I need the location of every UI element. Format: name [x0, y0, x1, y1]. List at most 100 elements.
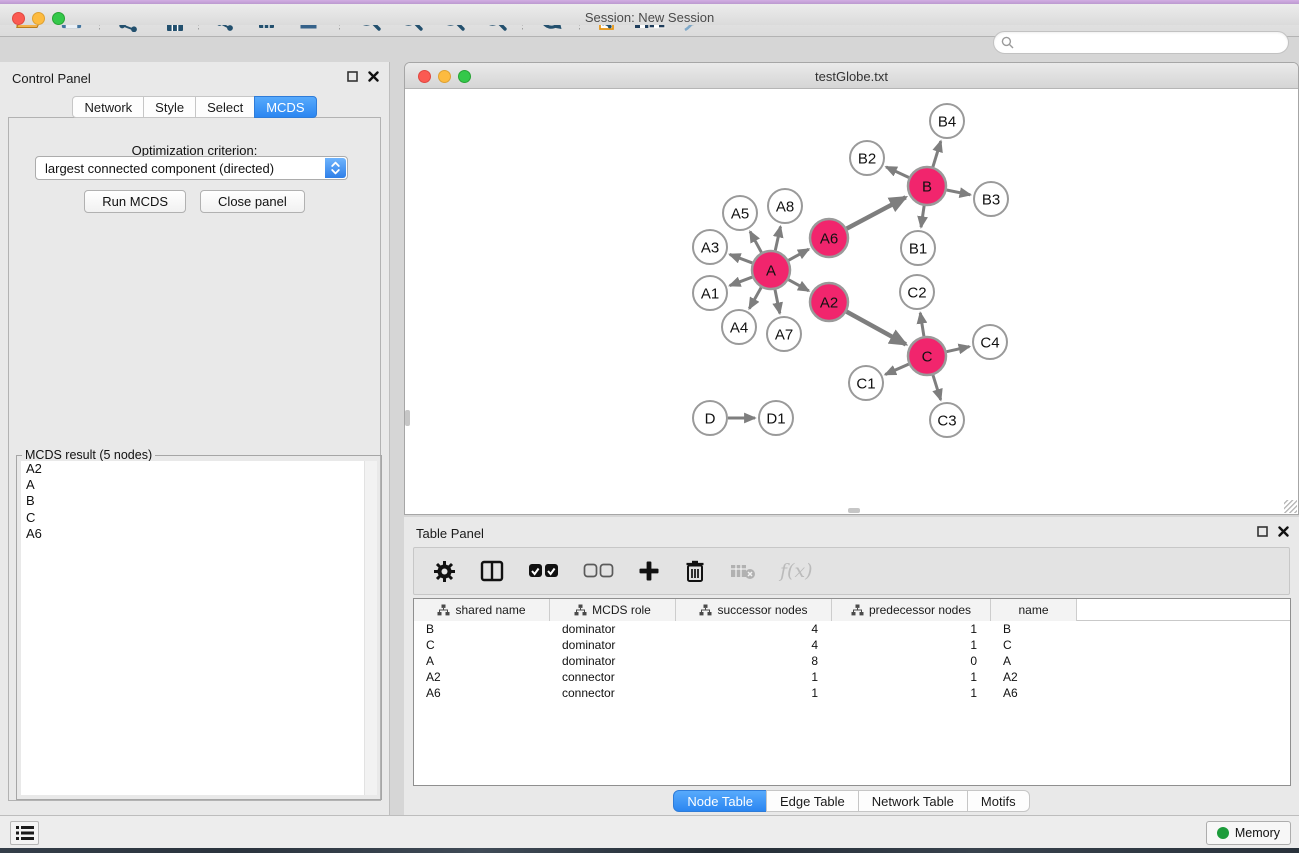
node-A5[interactable]: A5	[723, 196, 757, 230]
tab-network[interactable]: Network	[72, 96, 144, 118]
node-A3[interactable]: A3	[693, 230, 727, 264]
mcds-result-item[interactable]: A2	[21, 461, 364, 477]
run-mcds-button[interactable]: Run MCDS	[84, 190, 186, 213]
node-C4[interactable]: C4	[973, 325, 1007, 359]
node-C1[interactable]: C1	[849, 366, 883, 400]
edge-C-C2[interactable]	[920, 313, 924, 336]
attribute-tree-icon	[851, 604, 864, 616]
table-cell: A6	[991, 685, 1077, 701]
edge-C-C4[interactable]	[947, 347, 970, 352]
node-B2[interactable]: B2	[850, 141, 884, 175]
column-settings-button[interactable]	[433, 560, 456, 583]
table-row[interactable]: A6connector11A6	[414, 685, 1290, 701]
memory-button[interactable]: Memory	[1206, 821, 1291, 845]
node-A4[interactable]: A4	[722, 310, 756, 344]
node-C2[interactable]: C2	[900, 275, 934, 309]
table-row[interactable]: Cdominator41C	[414, 637, 1290, 653]
node-A7[interactable]: A7	[767, 317, 801, 351]
edge-A-A3[interactable]	[730, 254, 753, 262]
mcds-result-item[interactable]: B	[21, 493, 364, 509]
table-row[interactable]: A2connector11A2	[414, 669, 1290, 685]
column-header-mcds-role[interactable]: MCDS role	[550, 599, 676, 621]
edge-A-A1[interactable]	[730, 277, 753, 285]
svg-text:C2: C2	[907, 284, 926, 301]
node-C3[interactable]: C3	[930, 403, 964, 437]
edge-A-A5[interactable]	[750, 232, 761, 253]
edge-A-A4[interactable]	[749, 287, 761, 308]
tab-mcds[interactable]: MCDS	[254, 96, 316, 118]
network-vscroll-thumb[interactable]	[405, 410, 410, 426]
column-header-name[interactable]: name	[991, 599, 1077, 621]
table-row[interactable]: Bdominator41B	[414, 621, 1290, 637]
search-box[interactable]	[993, 31, 1289, 54]
node-D1[interactable]: D1	[759, 401, 793, 435]
table-cell: connector	[550, 669, 676, 685]
select-all-rows-button[interactable]	[528, 563, 559, 579]
edge-A-A7[interactable]	[775, 290, 780, 314]
search-input[interactable]	[1019, 35, 1269, 50]
node-C[interactable]: C	[908, 337, 946, 375]
node-A6[interactable]: A6	[810, 219, 848, 257]
node-B1[interactable]: B1	[901, 231, 935, 265]
tab-node-table[interactable]: Node Table	[673, 790, 767, 812]
edge-B-B3[interactable]	[947, 190, 971, 195]
split-table-view-button[interactable]	[480, 560, 504, 582]
edge-A-A2[interactable]	[789, 280, 809, 291]
column-header-predecessor-nodes[interactable]: predecessor nodes	[832, 599, 991, 621]
node-A8[interactable]: A8	[768, 189, 802, 223]
table-row[interactable]: Adominator80A	[414, 653, 1290, 669]
table-cell: C	[991, 637, 1077, 653]
close-panel-button[interactable]: Close panel	[200, 190, 305, 213]
float-table-panel-icon[interactable]	[1257, 526, 1268, 537]
table-header-row: shared nameMCDS rolesuccessor nodesprede…	[414, 599, 1290, 621]
table-cell: dominator	[550, 653, 676, 669]
close-table-panel-icon[interactable]	[1278, 526, 1289, 537]
tab-motifs[interactable]: Motifs	[967, 790, 1030, 812]
table-cell: A2	[991, 669, 1077, 685]
edge-A2-C[interactable]	[847, 312, 906, 345]
mcds-result-item[interactable]: A6	[21, 526, 364, 542]
table-cell: 8	[676, 653, 832, 669]
delete-columns-button[interactable]	[684, 559, 706, 583]
node-A2[interactable]: A2	[810, 283, 848, 321]
edge-B-B2[interactable]	[886, 167, 909, 178]
table-panel: Table Panel f(x) shared nameMCDS rolesuc…	[404, 517, 1299, 815]
mcds-result-item[interactable]: C	[21, 510, 364, 526]
edge-A-A8[interactable]	[775, 227, 780, 251]
tab-network-table[interactable]: Network Table	[858, 790, 968, 812]
mcds-result-item[interactable]: A	[21, 477, 364, 493]
tab-style[interactable]: Style	[143, 96, 196, 118]
result-scrollbar[interactable]	[364, 461, 377, 795]
add-column-button[interactable]	[638, 560, 660, 582]
column-header-successor-nodes[interactable]: successor nodes	[676, 599, 832, 621]
network-resize-grip[interactable]	[1284, 500, 1297, 513]
node-B[interactable]: B	[908, 167, 946, 205]
tab-select[interactable]: Select	[195, 96, 255, 118]
split-table-view-icon	[480, 560, 504, 582]
edge-B-B1[interactable]	[921, 206, 924, 227]
title-bar[interactable]: Session: New Session	[0, 4, 1299, 25]
edge-A-A6[interactable]	[789, 249, 809, 260]
table-cell: B	[414, 621, 550, 637]
edge-A6-B[interactable]	[847, 197, 906, 228]
float-panel-icon[interactable]	[347, 71, 358, 82]
close-panel-icon[interactable]	[368, 71, 379, 82]
edge-C-C3[interactable]	[933, 375, 941, 400]
table-panel-tabs: Node TableEdge TableNetwork TableMotifs	[404, 790, 1299, 812]
tab-edge-table[interactable]: Edge Table	[766, 790, 859, 812]
criterion-select[interactable]: largest connected component (directed)	[35, 156, 348, 180]
node-A[interactable]: A	[752, 251, 790, 289]
deselect-all-rows-button[interactable]	[583, 563, 614, 579]
network-canvas[interactable]: B4 B2 B B3 A8 A5 A6 A3 B1 A A1 C2 A2 A4 A7 C4 C C1 C3 D D1	[405, 89, 1298, 514]
edge-B-B4[interactable]	[933, 141, 941, 167]
node-A1[interactable]: A1	[693, 276, 727, 310]
edge-C-C1[interactable]	[885, 364, 908, 374]
table-cell: A	[991, 653, 1077, 669]
column-header-shared-name[interactable]: shared name	[414, 599, 550, 621]
node-B3[interactable]: B3	[974, 182, 1008, 216]
network-window-titlebar[interactable]: testGlobe.txt	[405, 63, 1298, 89]
network-hscroll-thumb[interactable]	[848, 508, 860, 513]
node-B4[interactable]: B4	[930, 104, 964, 138]
node-D[interactable]: D	[693, 401, 727, 435]
task-history-button[interactable]	[10, 821, 39, 845]
